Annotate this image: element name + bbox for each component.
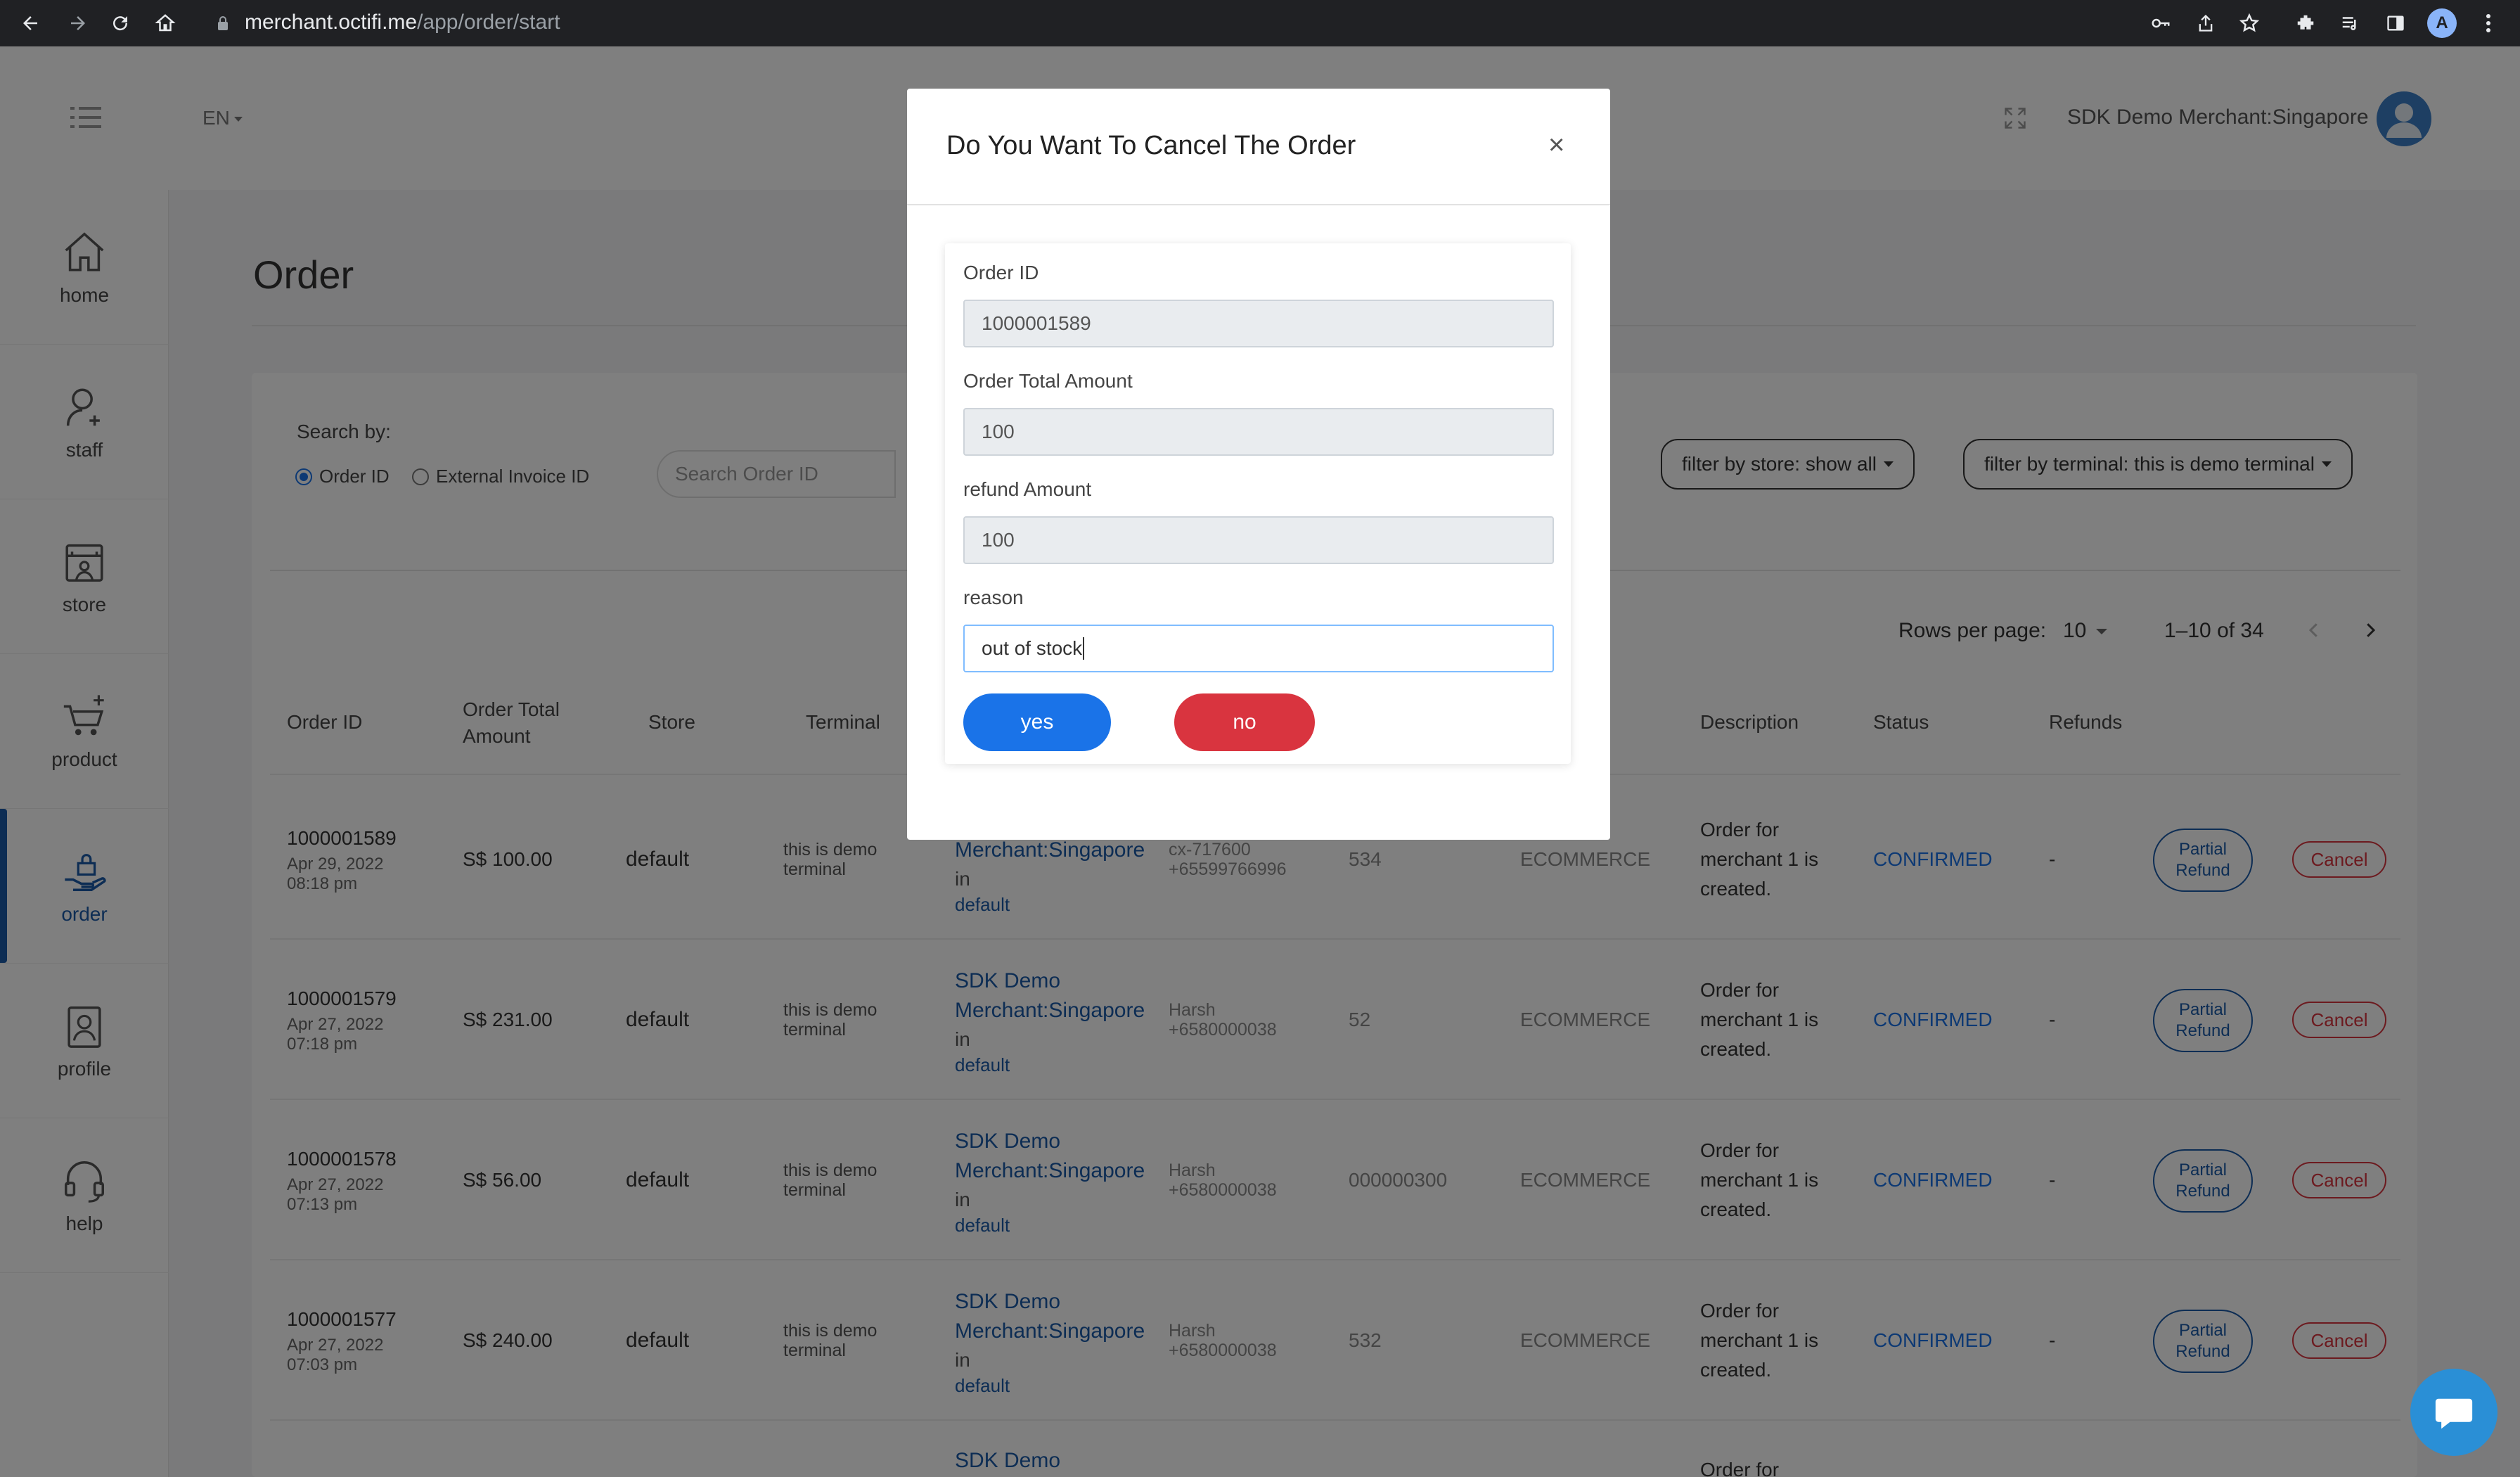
field-value: 100 [982,421,1015,442]
divider [907,204,1610,205]
media-control-icon[interactable] [2336,8,2365,38]
key-icon[interactable] [2146,8,2175,38]
bookmark-star-icon[interactable] [2235,8,2264,38]
site-info-icon[interactable] [211,11,235,35]
share-icon[interactable] [2191,8,2220,38]
cancel-order-dialog: Do You Want To Cancel The Order × Order … [907,89,1610,840]
side-panel-icon[interactable] [2381,8,2410,38]
profile-avatar[interactable]: A [2427,8,2457,38]
back-icon[interactable] [14,7,46,39]
refund-amount-field[interactable]: 100 [963,516,1554,564]
reason-input[interactable]: out of stock [963,625,1554,672]
field-value: out of stock [982,637,1083,659]
text-cursor [1083,637,1085,660]
url-path: /app/order/start [417,11,560,34]
field-value: 1000001589 [982,312,1091,334]
browser-toolbar: merchant.octifi.me/app/order/start A [0,0,2520,46]
refund-amount-label: refund Amount [963,478,1092,500]
order-id-field[interactable]: 1000001589 [963,300,1554,347]
browser-menu-icon[interactable] [2474,8,2503,38]
reload-icon[interactable] [104,7,136,39]
chat-support-button[interactable] [2410,1369,2498,1456]
forward-icon[interactable] [62,7,94,39]
extensions-icon[interactable] [2291,8,2320,38]
home-page-icon[interactable] [149,7,181,39]
chat-icon [2435,1398,2473,1429]
close-icon[interactable]: × [1548,129,1564,161]
address-bar[interactable]: merchant.octifi.me/app/order/start [245,10,560,35]
field-value: 100 [982,529,1015,551]
reason-label: reason [963,587,1024,608]
no-button[interactable]: no [1174,693,1315,751]
yes-button[interactable]: yes [963,693,1111,751]
total-amount-field[interactable]: 100 [963,408,1554,456]
total-amount-label: Order Total Amount [963,370,1133,392]
dialog-title: Do You Want To Cancel The Order [946,131,1356,160]
url-host: merchant.octifi.me [245,11,418,34]
order-id-label: Order ID [963,262,1039,283]
